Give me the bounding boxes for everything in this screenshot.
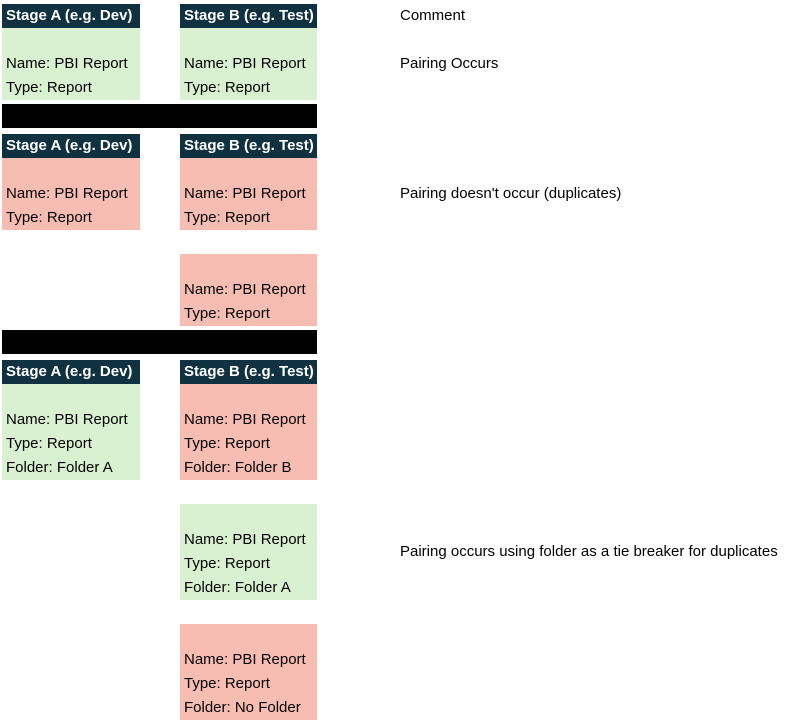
item-name: Name: PBI Report — [184, 531, 306, 548]
item-type: Type: Report — [6, 79, 92, 96]
item-folder: Folder: No Folder — [184, 699, 301, 716]
scenario-comment: Pairing doesn't occur (duplicates) — [400, 185, 622, 202]
scenario-comment: Pairing occurs using folder as a tie bre… — [400, 543, 778, 560]
stage-b-header: Stage B (e.g. Test) — [180, 134, 317, 158]
stage-a-header: Stage A (e.g. Dev) — [2, 360, 140, 384]
stage-b-item: Name: PBI Report Type: Report Folder: No… — [180, 624, 317, 720]
item-type: Type: Report — [6, 209, 92, 226]
item-type: Type: Report — [6, 435, 92, 452]
stage-a-item: Name: PBI Report Type: Report — [2, 158, 140, 230]
stage-b-header: Stage B (e.g. Test) — [180, 360, 317, 384]
item-name: Name: PBI Report — [184, 55, 306, 72]
item-type: Type: Report — [184, 675, 270, 692]
stage-a-header: Stage A (e.g. Dev) — [2, 134, 140, 158]
item-folder: Folder: Folder A — [184, 579, 291, 596]
item-name: Name: PBI Report — [184, 411, 306, 428]
item-folder: Folder: Folder B — [184, 459, 292, 476]
item-type: Type: Report — [184, 305, 270, 322]
stage-a-item: Name: PBI Report Type: Report Folder: Fo… — [2, 384, 140, 480]
stage-b-item-duplicate: Name: PBI Report Type: Report — [180, 254, 317, 326]
stage-b-item: Name: PBI Report Type: Report Folder: Fo… — [180, 384, 317, 480]
item-name: Name: PBI Report — [184, 651, 306, 668]
stage-b-header: Stage B (e.g. Test) — [180, 4, 317, 28]
item-name: Name: PBI Report — [6, 185, 128, 202]
item-name: Name: PBI Report — [6, 55, 128, 72]
stage-b-item: Name: PBI Report Type: Report — [180, 158, 317, 230]
stage-a-header: Stage A (e.g. Dev) — [2, 4, 140, 28]
item-type: Type: Report — [184, 435, 270, 452]
item-folder: Folder: Folder A — [6, 459, 113, 476]
item-name: Name: PBI Report — [6, 411, 128, 428]
item-type: Type: Report — [184, 555, 270, 572]
comment-column-header: Comment — [400, 7, 466, 24]
stage-a-item: Name: PBI Report Type: Report — [2, 28, 140, 100]
item-name: Name: PBI Report — [184, 281, 306, 298]
item-type: Type: Report — [184, 79, 270, 96]
stage-b-item-matched: Name: PBI Report Type: Report Folder: Fo… — [180, 504, 317, 600]
scenario-comment: Pairing Occurs — [400, 55, 499, 72]
item-type: Type: Report — [184, 209, 270, 226]
scenario-separator — [2, 330, 317, 354]
stage-b-item: Name: PBI Report Type: Report — [180, 28, 317, 100]
scenario-separator — [2, 104, 317, 128]
item-name: Name: PBI Report — [184, 185, 306, 202]
